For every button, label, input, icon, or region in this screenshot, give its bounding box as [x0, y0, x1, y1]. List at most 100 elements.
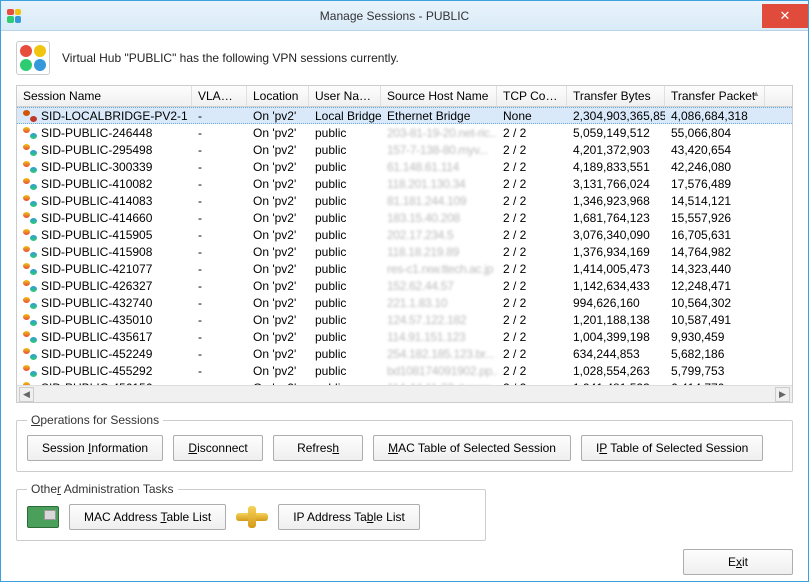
- tcp-conn: 2 / 2: [497, 347, 567, 361]
- vlan-id: -: [192, 228, 247, 242]
- table-row[interactable]: SID-PUBLIC-432740-On 'pv2'public221.1.83…: [17, 294, 792, 311]
- col-transfer-packets[interactable]: Transfer Packet▲: [665, 86, 765, 106]
- user-name: public: [309, 262, 381, 276]
- transfer-packets: 42,246,080: [665, 160, 765, 174]
- session-name: SID-PUBLIC-435010: [41, 313, 152, 327]
- vlan-id: -: [192, 177, 247, 191]
- user-name: public: [309, 364, 381, 378]
- tcp-conn: 2 / 2: [497, 313, 567, 327]
- subtitle: Virtual Hub "PUBLIC" has the following V…: [62, 51, 399, 65]
- col-transfer-bytes[interactable]: Transfer Bytes: [567, 86, 665, 106]
- table-row[interactable]: SID-PUBLIC-410082-On 'pv2'public118.201.…: [17, 175, 792, 192]
- ip-address-table-list-button[interactable]: IP Address Table List: [278, 504, 420, 530]
- user-name: public: [309, 228, 381, 242]
- location: On 'pv2': [247, 211, 309, 225]
- source-host: 202.17.234.5: [381, 228, 497, 242]
- transfer-packets: 15,557,926: [665, 211, 765, 225]
- tcp-conn: 2 / 2: [497, 228, 567, 242]
- table-row[interactable]: SID-PUBLIC-415908-On 'pv2'public118.18.2…: [17, 243, 792, 260]
- close-button[interactable]: ✕: [762, 4, 808, 28]
- session-icon: [23, 314, 37, 326]
- transfer-bytes: 1,142,634,433: [567, 279, 665, 293]
- source-host: 81.181.244.109: [381, 194, 497, 208]
- transfer-packets: 5,682,186: [665, 347, 765, 361]
- session-icon: [23, 348, 37, 360]
- exit-button[interactable]: Exit: [683, 549, 793, 575]
- session-name: SID-PUBLIC-426327: [41, 279, 152, 293]
- col-session-name[interactable]: Session Name: [17, 86, 192, 106]
- table-row[interactable]: SID-PUBLIC-414083-On 'pv2'public81.181.2…: [17, 192, 792, 209]
- operations-group: Operations for Sessions Session Informat…: [16, 413, 793, 472]
- vlan-id: -: [192, 126, 247, 140]
- location: On 'pv2': [247, 364, 309, 378]
- table-row[interactable]: SID-PUBLIC-455292-On 'pv2'publicbd108174…: [17, 362, 792, 379]
- table-row[interactable]: SID-PUBLIC-435617-On 'pv2'public114.91.1…: [17, 328, 792, 345]
- session-icon: [23, 246, 37, 258]
- transfer-bytes: 1,681,764,123: [567, 211, 665, 225]
- source-host: 152.62.44.57: [381, 279, 497, 293]
- session-icon: [23, 280, 37, 292]
- user-name: public: [309, 296, 381, 310]
- source-host: 61.148.61.114: [381, 160, 497, 174]
- session-icon: [23, 382, 37, 386]
- session-name: SID-PUBLIC-415905: [41, 228, 152, 242]
- operations-legend: Operations for Sessions: [27, 413, 163, 427]
- mac-table-selected-button[interactable]: MAC Table of Selected Session: [373, 435, 571, 461]
- table-row[interactable]: SID-PUBLIC-300339-On 'pv2'public61.148.6…: [17, 158, 792, 175]
- source-host: res-c1.rxw.ttech.ac.jp: [381, 262, 497, 276]
- table-row[interactable]: SID-PUBLIC-421077-On 'pv2'publicres-c1.r…: [17, 260, 792, 277]
- sort-indicator-icon: ▲: [752, 89, 760, 98]
- table-row[interactable]: SID-PUBLIC-414660-On 'pv2'public183.15.4…: [17, 209, 792, 226]
- col-location[interactable]: Location: [247, 86, 309, 106]
- user-name: public: [309, 160, 381, 174]
- col-vlan-id[interactable]: VLAN ID: [192, 86, 247, 106]
- session-name: SID-PUBLIC-295498: [41, 143, 152, 157]
- session-information-button[interactable]: Session Information: [27, 435, 163, 461]
- user-name: public: [309, 143, 381, 157]
- table-row[interactable]: SID-PUBLIC-246448-On 'pv2'public203-81-1…: [17, 124, 792, 141]
- user-name: public: [309, 245, 381, 259]
- session-icon: [23, 144, 37, 156]
- hub-icon: [16, 41, 50, 75]
- user-name: public: [309, 279, 381, 293]
- vlan-id: -: [192, 262, 247, 276]
- pipe-icon: [236, 506, 268, 528]
- session-name: SID-PUBLIC-414660: [41, 211, 152, 225]
- scroll-right-icon[interactable]: ▶: [775, 387, 790, 402]
- source-host: bd108174091902.pp...: [381, 364, 497, 378]
- location: On 'pv2': [247, 160, 309, 174]
- tcp-conn: 2 / 2: [497, 177, 567, 191]
- tcp-conn: 2 / 2: [497, 211, 567, 225]
- sessions-table[interactable]: Session Name VLAN ID Location User Name …: [16, 85, 793, 403]
- table-row[interactable]: SID-PUBLIC-452249-On 'pv2'public254.182.…: [17, 345, 792, 362]
- horizontal-scrollbar[interactable]: ◀ ▶: [17, 385, 792, 402]
- refresh-button[interactable]: Refresh: [273, 435, 363, 461]
- user-name: public: [309, 347, 381, 361]
- col-user-name[interactable]: User Name: [309, 86, 381, 106]
- tcp-conn: 2 / 2: [497, 194, 567, 208]
- tcp-conn: 2 / 2: [497, 364, 567, 378]
- tcp-conn: 2 / 2: [497, 262, 567, 276]
- source-host: 114.91.151.123: [381, 330, 497, 344]
- session-icon: [23, 331, 37, 343]
- source-host: 118.18.219.89: [381, 245, 497, 259]
- col-tcp-conn[interactable]: TCP Conn...: [497, 86, 567, 106]
- table-row[interactable]: SID-PUBLIC-295498-On 'pv2'public157-7-13…: [17, 141, 792, 158]
- table-row[interactable]: SID-PUBLIC-415905-On 'pv2'public202.17.2…: [17, 226, 792, 243]
- mac-address-table-list-button[interactable]: MAC Address Table List: [69, 504, 226, 530]
- disconnect-button[interactable]: Disconnect: [173, 435, 263, 461]
- tcp-conn: 2 / 2: [497, 296, 567, 310]
- ip-table-selected-button[interactable]: IP Table of Selected Session: [581, 435, 763, 461]
- source-host: 114-44-11-32.dynam...: [381, 381, 497, 386]
- vlan-id: -: [192, 364, 247, 378]
- scroll-left-icon[interactable]: ◀: [19, 387, 34, 402]
- vlan-id: -: [192, 279, 247, 293]
- table-row[interactable]: SID-PUBLIC-426327-On 'pv2'public152.62.4…: [17, 277, 792, 294]
- table-row[interactable]: SID-LOCALBRIDGE-PV2-1-On 'pv2'Local Brid…: [17, 107, 792, 124]
- col-source-host[interactable]: Source Host Name: [381, 86, 497, 106]
- vlan-id: -: [192, 143, 247, 157]
- source-host: 157-7-138-80.myv...: [381, 143, 497, 157]
- table-row[interactable]: SID-PUBLIC-435010-On 'pv2'public124.57.1…: [17, 311, 792, 328]
- transfer-packets: 4,086,684,318: [665, 109, 765, 123]
- source-host: 254.182.185.123.br...: [381, 347, 497, 361]
